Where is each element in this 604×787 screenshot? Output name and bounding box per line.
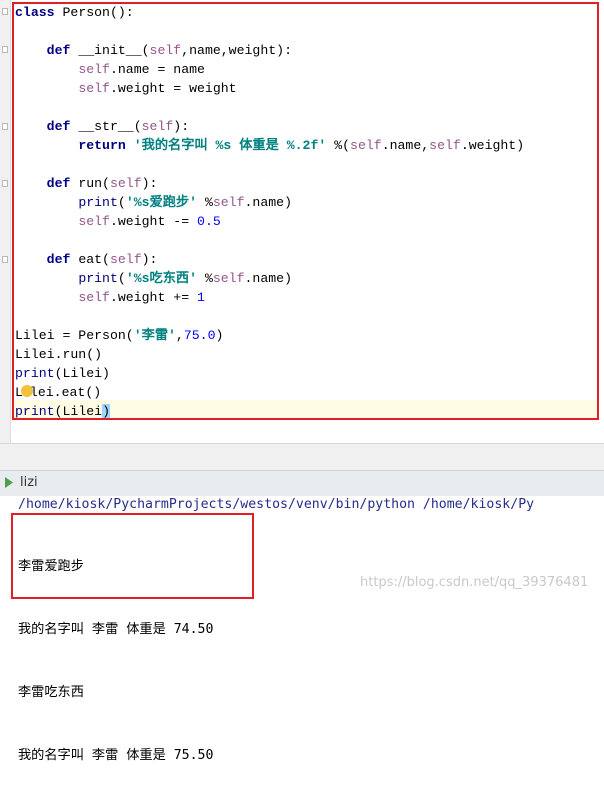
watermark: https://blog.csdn.net/qq_39376481 (360, 575, 589, 590)
fold-marker-icon[interactable] (2, 8, 8, 15)
fold-marker-icon[interactable] (2, 256, 8, 263)
run-tool-window-header[interactable]: lizi (0, 470, 604, 497)
python-run-icon (5, 477, 13, 488)
fold-marker-icon[interactable] (2, 123, 8, 130)
console-command-line: /home/kiosk/PycharmProjects/westos/venv/… (18, 497, 535, 512)
editor-bottom-area (0, 443, 604, 471)
output-line: 我的名字叫 李雷 体重是 74.50 (18, 622, 214, 637)
output-line: 我的名字叫 李雷 体重是 75.50 (18, 748, 214, 763)
editor-gutter[interactable] (0, 0, 11, 443)
code-editor[interactable]: class Person(): def __init__(self,name,w… (0, 0, 604, 443)
run-tab-label[interactable]: lizi (20, 475, 38, 490)
code-highlight-box (12, 2, 599, 420)
fold-marker-icon[interactable] (2, 180, 8, 187)
output-highlight-box (11, 513, 254, 599)
fold-marker-icon[interactable] (2, 46, 8, 53)
output-line: 李雷吃东西 (18, 685, 84, 700)
